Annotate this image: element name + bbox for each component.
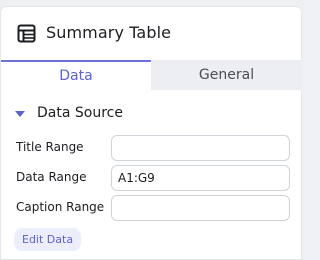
edit-data-button[interactable]: Edit Data — [14, 228, 82, 251]
panel-header: Summary Table — [1, 7, 301, 59]
panel-title: Summary Table — [46, 23, 172, 42]
section-title: Data Source — [37, 105, 123, 121]
data-range-input[interactable] — [111, 165, 290, 191]
data-source-section-toggle[interactable]: Data Source — [15, 103, 123, 123]
caption-range-row: Caption Range — [16, 195, 290, 221]
data-range-label: Data Range — [16, 170, 87, 184]
title-range-input[interactable] — [111, 135, 290, 161]
title-range-label: Title Range — [16, 140, 84, 154]
table-icon — [17, 24, 36, 43]
data-range-row: Data Range — [16, 165, 290, 191]
tab-bar: Data General — [1, 60, 302, 90]
caption-range-input[interactable] — [111, 195, 290, 221]
caption-range-label: Caption Range — [16, 200, 105, 214]
summary-table-panel: Summary Table Data General Data Source T… — [0, 6, 302, 260]
title-range-row: Title Range — [16, 135, 290, 161]
tab-general[interactable]: General — [151, 60, 302, 90]
tab-data[interactable]: Data — [1, 60, 151, 90]
caret-down-icon — [15, 110, 25, 117]
